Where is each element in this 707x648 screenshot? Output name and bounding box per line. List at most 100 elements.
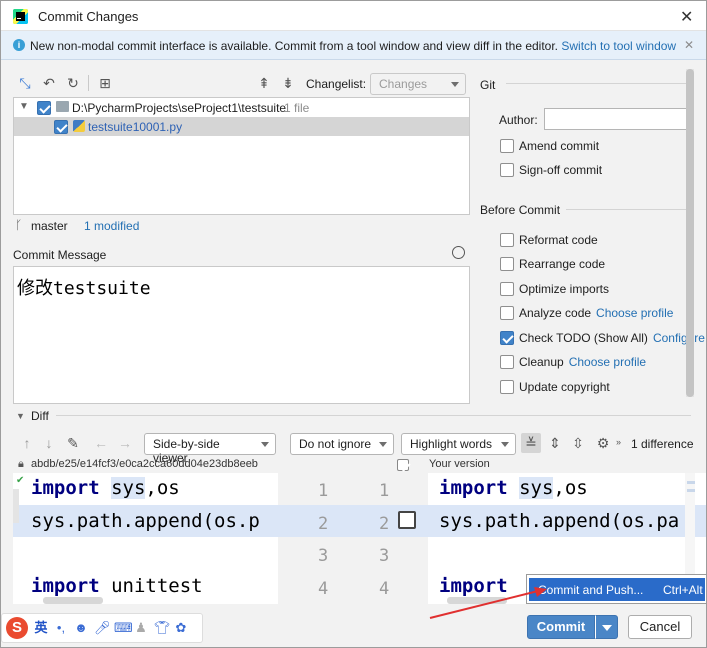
left-line-4[interactable]: import unittest bbox=[31, 575, 203, 597]
ime-toolbar: S 英 •, ☻ 🎤︎ ⌨ ♟ 👕︎ ✿ bbox=[1, 613, 203, 643]
optimize-imports-option[interactable]: Optimize imports bbox=[500, 282, 609, 296]
modified-count[interactable]: 1 modified bbox=[84, 219, 139, 233]
tree-file-row[interactable]: testsuite10001.py bbox=[14, 117, 469, 136]
next-diff-icon[interactable]: ↓ bbox=[39, 433, 59, 453]
file-checkbox[interactable] bbox=[54, 119, 68, 134]
root-path: D:\PycharmProjects\seProject1\testsuite bbox=[72, 101, 287, 115]
right-scroll-track[interactable] bbox=[686, 69, 694, 397]
rearrange-option[interactable]: Rearrange code bbox=[500, 257, 605, 271]
cleanup-choose-profile-link[interactable]: Choose profile bbox=[569, 355, 646, 369]
emoji-icon[interactable]: ☻ bbox=[74, 621, 88, 635]
right-line-2[interactable]: sys.path.append(os.pa bbox=[439, 510, 679, 532]
left-h-scrollbar[interactable] bbox=[43, 597, 103, 604]
left-line-1[interactable]: import sys,os bbox=[31, 477, 180, 499]
tree-root-row[interactable]: ▼ D:\PycharmProjects\seProject1\testsuit… bbox=[14, 98, 469, 117]
reformat-label: Reformat code bbox=[519, 233, 598, 247]
close-icon[interactable]: ✕ bbox=[680, 7, 693, 27]
ime-lang[interactable]: 英 bbox=[34, 621, 48, 635]
todo-label: Check TODO (Show All) bbox=[519, 331, 648, 345]
collapse-all-icon[interactable]: ⇟ bbox=[278, 73, 298, 93]
left-line-2[interactable]: sys.path.append(os.p bbox=[31, 510, 260, 532]
user-icon[interactable]: ♟ bbox=[134, 621, 148, 635]
optimize-checkbox[interactable] bbox=[500, 282, 514, 296]
analyze-checkbox[interactable] bbox=[500, 306, 514, 320]
prev-diff-icon[interactable]: ↑ bbox=[17, 433, 37, 453]
banner-close-icon[interactable]: ✕ bbox=[684, 38, 694, 52]
copyright-checkbox[interactable] bbox=[500, 380, 514, 394]
check-todo-option[interactable]: Check TODO (Show All) Configure bbox=[500, 331, 705, 345]
commit-dialog: Commit Changes ✕ i New non-modal commit … bbox=[0, 0, 707, 648]
right-version-label: Your version bbox=[429, 458, 490, 470]
commit-and-push-item[interactable]: Commit and Push... Ctrl+Alt bbox=[529, 578, 705, 601]
back-icon[interactable]: ← bbox=[91, 433, 111, 453]
right-scrollbar-thumb[interactable] bbox=[686, 69, 694, 397]
commit-message-label: Commit Message bbox=[13, 248, 107, 262]
diff-section-title: Diff bbox=[31, 409, 49, 423]
refresh-icon[interactable]: ↻ bbox=[63, 73, 83, 93]
collapse-unchanged-icon[interactable]: ≚ bbox=[521, 433, 541, 453]
update-copyright-option[interactable]: Update copyright bbox=[500, 380, 610, 394]
diff-collapse-icon[interactable]: ▼ bbox=[16, 411, 25, 421]
toolbox-icon[interactable]: ✿ bbox=[174, 621, 188, 635]
sogou-logo-icon[interactable]: S bbox=[6, 617, 28, 639]
commit-button[interactable]: Commit bbox=[527, 615, 595, 639]
commit-message-input[interactable]: 修改testsuite bbox=[13, 266, 470, 404]
reformat-checkbox[interactable] bbox=[500, 233, 514, 247]
rearrange-checkbox[interactable] bbox=[500, 257, 514, 271]
forward-icon[interactable]: → bbox=[115, 433, 135, 453]
edit-source-icon[interactable]: ✎ bbox=[63, 433, 83, 453]
chevron-down-icon[interactable]: ▼ bbox=[19, 101, 29, 112]
microphone-icon[interactable]: 🎤︎ bbox=[94, 621, 111, 635]
branch-name[interactable]: master bbox=[31, 219, 68, 233]
expand-all-icon[interactable]: ⇞ bbox=[254, 73, 274, 93]
sync-scroll-icon[interactable]: ⇕ bbox=[545, 433, 565, 453]
cancel-button[interactable]: Cancel bbox=[628, 615, 692, 639]
signoff-checkbox[interactable] bbox=[500, 163, 514, 177]
rollback-icon[interactable]: ↶ bbox=[39, 73, 59, 93]
line-include-checkbox[interactable] bbox=[398, 511, 416, 529]
todo-configure-link[interactable]: Configure bbox=[653, 331, 705, 345]
reformat-option[interactable]: Reformat code bbox=[500, 233, 598, 247]
group-by-icon[interactable]: ⊞ bbox=[95, 73, 115, 93]
include-all-checkbox[interactable] bbox=[397, 458, 409, 471]
signoff-commit-option[interactable]: Sign-off commit bbox=[500, 163, 602, 177]
analyze-code-option[interactable]: Analyze code Choose profile bbox=[500, 306, 673, 320]
cleanup-checkbox[interactable] bbox=[500, 355, 514, 369]
highlight-select[interactable]: Highlight words bbox=[401, 433, 516, 455]
skin-icon[interactable]: 👕︎ bbox=[154, 621, 171, 635]
pycharm-logo-icon bbox=[13, 9, 28, 24]
info-icon: i bbox=[13, 39, 25, 51]
root-checkbox[interactable] bbox=[37, 100, 51, 115]
history-icon[interactable] bbox=[452, 246, 465, 259]
commit-options-popup: Commit and Push... Ctrl+Alt bbox=[526, 574, 707, 604]
author-label: Author: bbox=[499, 113, 538, 127]
analyze-choose-profile-link[interactable]: Choose profile bbox=[596, 306, 673, 320]
amend-commit-option[interactable]: Amend commit bbox=[500, 139, 599, 153]
keyboard-icon[interactable]: ⌨ bbox=[114, 621, 133, 635]
switch-to-tool-window-link[interactable]: Switch to tool window bbox=[561, 39, 676, 53]
move-changes-icon[interactable]: ⤡ bbox=[15, 73, 35, 93]
right-num-1: 1 bbox=[379, 481, 390, 501]
ignore-select[interactable]: Do not ignore bbox=[290, 433, 394, 455]
commit-message-text[interactable]: 修改testsuite bbox=[17, 274, 151, 300]
before-commit-divider bbox=[566, 209, 691, 210]
commit-dropdown-button[interactable] bbox=[595, 615, 618, 639]
gear-icon[interactable]: ⚙ bbox=[593, 433, 613, 453]
punctuation-icon[interactable]: •, bbox=[54, 621, 68, 635]
cleanup-option[interactable]: Cleanup Choose profile bbox=[500, 355, 646, 369]
more-icon[interactable]: » bbox=[616, 437, 621, 447]
file-name[interactable]: testsuite10001.py bbox=[88, 120, 182, 134]
viewer-select[interactable]: Side-by-side viewer bbox=[144, 433, 276, 465]
changes-tree: ▼ D:\PycharmProjects\seProject1\testsuit… bbox=[13, 97, 470, 215]
author-input[interactable] bbox=[544, 108, 691, 130]
right-num-2: 2 bbox=[379, 514, 390, 534]
right-line-1[interactable]: import sys,os bbox=[439, 477, 588, 499]
branch-icon: ᚴ bbox=[15, 218, 23, 232]
left-num-4: 4 bbox=[318, 579, 329, 599]
changelist-select[interactable]: Changes bbox=[370, 73, 466, 95]
todo-checkbox[interactable] bbox=[500, 331, 514, 345]
unchanged-icon[interactable]: ⇳ bbox=[568, 433, 588, 453]
left-revision: abdb/e25/e14fcf3/e0ca2cca60dd04e23db8eeb bbox=[31, 458, 258, 470]
left-scrollbar[interactable] bbox=[13, 489, 19, 523]
amend-checkbox[interactable] bbox=[500, 139, 514, 153]
